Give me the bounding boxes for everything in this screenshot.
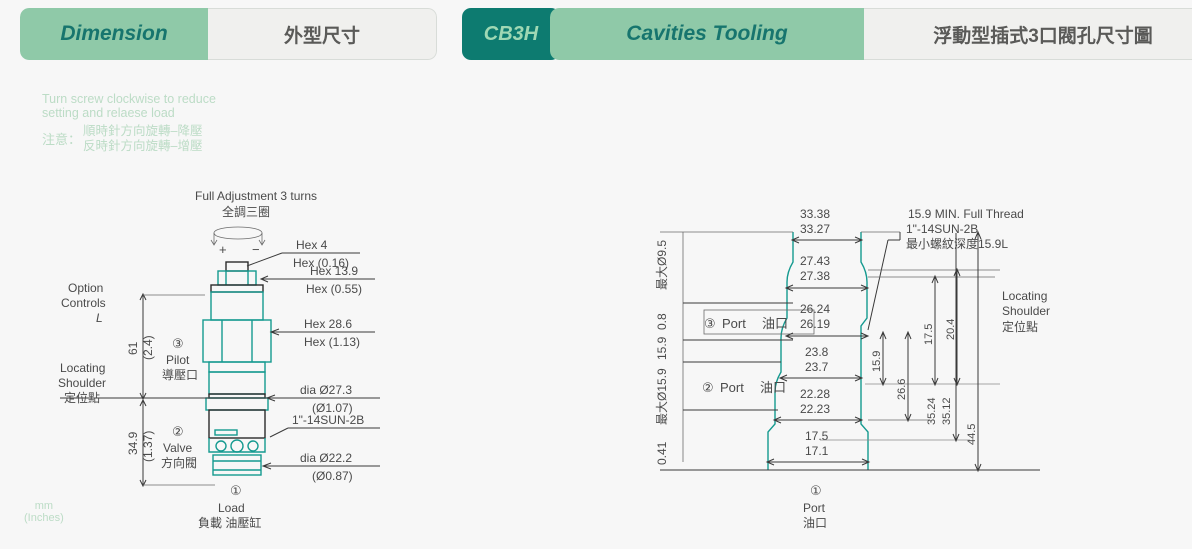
right-port-3-en: Port [722, 316, 746, 331]
right-drawing-cavity: 最大Ø9.5 15.9 0.8 最大Ø15.9 0.41 ③ Port 油口 ②… [655, 207, 1050, 530]
left-port-1-zh: 負載 油壓缸 [198, 515, 261, 530]
dia-4-min: 22.23 [800, 402, 830, 416]
left-port-2-num: ② [172, 424, 184, 439]
dia-0-max: 33.38 [800, 207, 830, 221]
depth-17-5: 17.5 [923, 324, 935, 345]
depth-35-24: 35.24 [926, 397, 938, 425]
cavity-d-0-41: 0.41 [655, 441, 669, 465]
cavity-max-d159: 最大Ø15.9 [655, 368, 669, 425]
dia-2-max: 26.24 [800, 302, 830, 316]
depth-26-6: 26.6 [896, 379, 908, 400]
thread-note-line2: 1"-14SUN-2B [906, 222, 978, 236]
cavity-max-d95: 最大Ø9.5 [655, 240, 669, 290]
dia-0-min: 33.27 [800, 222, 830, 236]
callout-hex286-in: Hex (1.13) [304, 335, 360, 349]
dia-5-min: 17.1 [805, 444, 829, 458]
right-port-2-num: ② [702, 380, 714, 395]
depth-35-12: 35.12 [941, 397, 953, 425]
depth-44-5: 44.5 [966, 424, 978, 445]
callout-dia222-in: (Ø0.87) [312, 469, 353, 483]
callout-hex139-in: Hex (0.55) [306, 282, 362, 296]
left-dim-upper-in: (2.4) [141, 335, 155, 360]
left-dim-upper: 61 (2.4) [126, 292, 205, 401]
callout-hex4-mm: Hex 4 [296, 238, 328, 252]
right-port-1-num: ① [810, 483, 822, 498]
left-port-2-zh: 方向閥 [161, 455, 197, 470]
callout-thread: 1"-14SUN-2B [269, 413, 380, 438]
right-port-1-en: Port [803, 501, 826, 515]
dia-1-max: 27.43 [800, 254, 830, 268]
callout-dia273: dia Ø27.3 (Ø1.07) [265, 383, 380, 415]
left-locating-zh: 定位點 [64, 390, 100, 405]
cavity-right-wall [860, 232, 869, 470]
thread-note: 15.9 MIN. Full Thread 1"-14SUN-2B 最小螺紋深度… [867, 207, 1024, 331]
callout-hex139: Hex 13.9 Hex (0.55) [259, 264, 375, 296]
cavity-left-wall [767, 232, 794, 470]
left-dim-lower-mm: 34.9 [126, 431, 140, 455]
left-port-3-zh: 導壓口 [162, 368, 198, 382]
callout-dia222-mm: dia Ø22.2 [300, 451, 352, 465]
right-port-3-zh: 油口 [762, 316, 788, 331]
dia-5-max: 17.5 [805, 429, 829, 443]
full-adjust-title-en: Full Adjustment 3 turns [195, 189, 317, 203]
right-port-2-zh: 油口 [760, 380, 786, 395]
callout-hex286: Hex 28.6 Hex (1.13) [269, 317, 375, 349]
dia-1-min: 27.38 [800, 269, 830, 283]
technical-drawings: Full Adjustment 3 turns 全調三圈 + − 61 (2.4… [58, 189, 1050, 530]
right-port-3: ③ Port 油口 [703, 309, 815, 335]
depth-20-4: 20.4 [945, 319, 957, 340]
right-locating-en1: Locating [1002, 289, 1047, 303]
left-port-1-num: ① [230, 483, 242, 498]
thread-note-line1: 15.9 MIN. Full Thread [908, 207, 1024, 221]
cavity-d-0-8: 0.8 [655, 313, 669, 330]
option-controls-line1: Option [68, 281, 103, 295]
dia-4-max: 22.28 [800, 387, 830, 401]
cavity-diameter-dims: 33.38 33.27 27.43 27.38 26.24 26.19 23.8… [765, 207, 871, 466]
left-locating-en1: Locating [60, 361, 105, 375]
option-controls-line2: Controls [61, 296, 106, 310]
valve-body-geometry [202, 261, 272, 476]
dia-3-max: 23.8 [805, 345, 829, 359]
left-dim-lower-in: (1.37) [141, 431, 155, 462]
right-port-2: ② Port 油口 [702, 380, 786, 395]
callout-dia222: dia Ø22.2 (Ø0.87) [261, 451, 380, 483]
dia-3-min: 23.7 [805, 360, 829, 374]
left-port-3-num: ③ [172, 336, 184, 351]
right-port-1: ① Port 油口 [803, 483, 827, 530]
depth-15-9: 15.9 [871, 351, 883, 372]
left-dim-upper-mm: 61 [126, 341, 140, 355]
option-controls-line3: L [96, 311, 103, 325]
adjust-minus-sign: − [252, 242, 260, 257]
right-locating-zh: 定位點 [1002, 319, 1038, 334]
left-port-3: ③ Pilot 導壓口 [162, 336, 198, 382]
callout-hex286-mm: Hex 28.6 [304, 317, 352, 331]
right-locating-en2: Shoulder [1002, 304, 1050, 318]
left-port-3-en: Pilot [166, 353, 190, 367]
left-port-2: ② Valve 方向閥 [161, 424, 197, 470]
left-port-2-en: Valve [163, 441, 192, 455]
right-port-3-num: ③ [704, 316, 716, 331]
dia-2-min: 26.19 [800, 317, 830, 331]
callout-dia273-mm: dia Ø27.3 [300, 383, 352, 397]
cavity-d-15-9: 15.9 [655, 336, 669, 360]
callout-hex139-mm: Hex 13.9 [310, 264, 358, 278]
left-locating-en2: Shoulder [58, 376, 106, 390]
left-port-1: ① Load 負載 油壓缸 [198, 483, 261, 530]
adjust-plus-sign: + [219, 242, 227, 257]
right-port-1-zh: 油口 [803, 516, 827, 530]
thread-note-line3: 最小螺紋深度15.9L [906, 236, 1008, 251]
left-port-1-en: Load [218, 501, 245, 515]
left-drawing-valve: Full Adjustment 3 turns 全調三圈 + − 61 (2.4… [58, 189, 380, 530]
right-port-2-en: Port [720, 380, 744, 395]
full-adjust-title-zh: 全調三圈 [222, 204, 270, 219]
callout-thread-mm: 1"-14SUN-2B [292, 413, 364, 427]
cavity-depth-dims: 15.9 26.6 17.5 20.4 35.24 35.12 44.5 [871, 230, 982, 473]
